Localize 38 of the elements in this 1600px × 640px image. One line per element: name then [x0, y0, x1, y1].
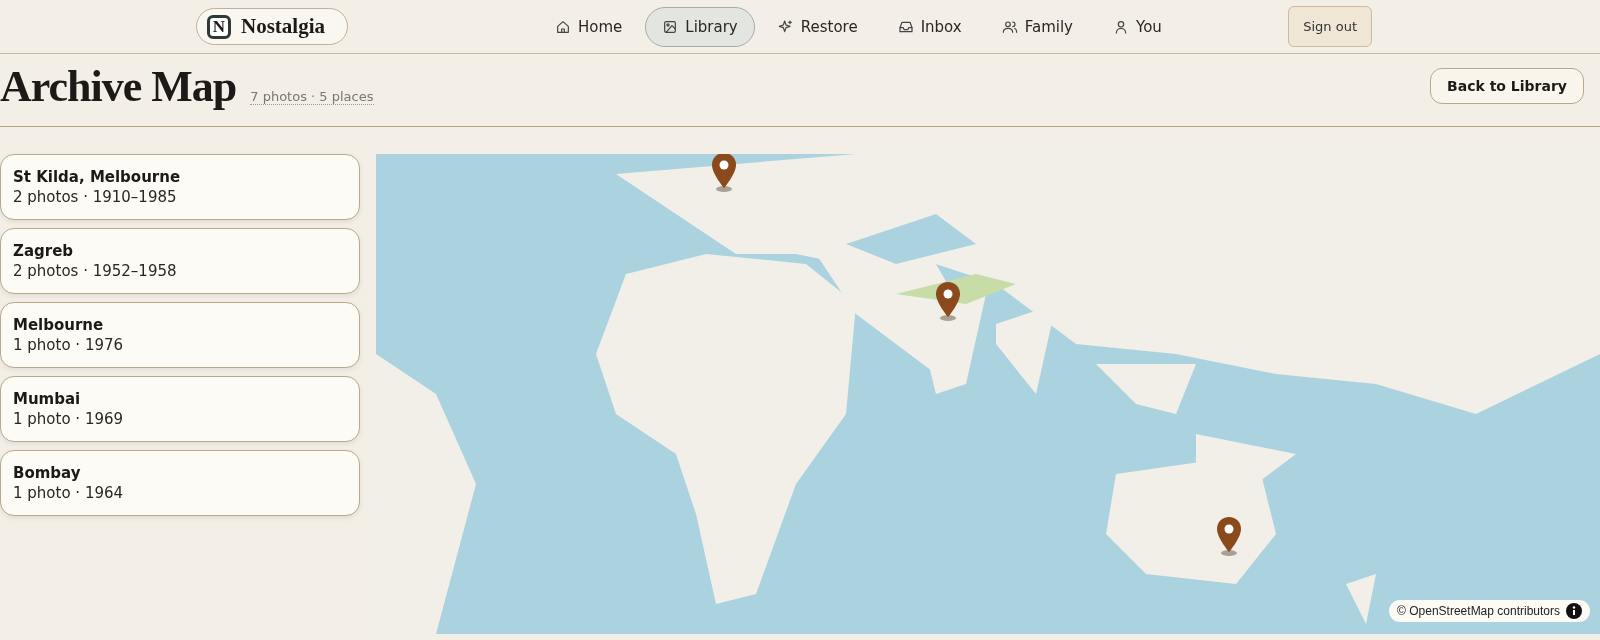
back-to-library-button[interactable]: Back to Library — [1430, 68, 1584, 104]
users-icon — [1001, 18, 1018, 35]
info-icon[interactable] — [1566, 603, 1582, 619]
nav-tab[interactable]: Home — [538, 6, 640, 47]
place-detail: 2 photos · 1952–1958 — [13, 262, 178, 280]
nav-tab[interactable]: Family — [984, 6, 1090, 47]
place-name: Bombay — [13, 464, 82, 482]
brand-logo[interactable]: N Nostalgia — [196, 8, 348, 45]
place-card[interactable]: St Kilda, Melbourne 2 photos · 1910–1985 — [0, 154, 360, 220]
place-detail: 1 photo · 1969 — [13, 410, 125, 428]
map-pin-icon[interactable] — [1215, 516, 1244, 557]
nav-tab[interactable]: Restore — [760, 6, 875, 47]
attribution-text: © OpenStreetMap contributors — [1397, 604, 1560, 618]
place-name: Zagreb — [13, 242, 75, 260]
home-icon — [555, 18, 571, 35]
place-card[interactable]: Zagreb 2 photos · 1952–1958 — [0, 228, 360, 294]
place-card[interactable]: Bombay 1 photo · 1964 — [0, 450, 360, 516]
sign-out-button[interactable]: Sign out — [1288, 6, 1372, 47]
place-detail: 2 photos · 1910–1985 — [13, 188, 178, 206]
user-icon — [1113, 18, 1129, 35]
place-card[interactable]: Mumbai 1 photo · 1969 — [0, 376, 360, 442]
brand-name: Nostalgia — [241, 14, 325, 39]
logo-icon: N — [207, 14, 231, 39]
place-card[interactable]: Melbourne 1 photo · 1976 — [0, 302, 360, 368]
nav-tab[interactable]: Inbox — [880, 6, 979, 47]
place-name: St Kilda, Melbourne — [13, 168, 182, 186]
page-title: Archive Map — [0, 60, 237, 112]
nav-tab[interactable]: Library — [645, 6, 755, 47]
place-name: Melbourne — [13, 316, 105, 334]
sparkle-icon — [777, 18, 794, 35]
image-icon — [662, 18, 679, 35]
nav-tab[interactable]: You — [1096, 6, 1179, 47]
map-pin-icon[interactable] — [933, 281, 962, 322]
summary-link[interactable]: 7 photos · 5 places — [250, 88, 374, 105]
place-detail: 1 photo · 1976 — [13, 336, 125, 354]
place-detail: 1 photo · 1964 — [13, 484, 125, 502]
place-name: Mumbai — [13, 390, 82, 408]
map-pin-icon[interactable] — [709, 154, 738, 192]
